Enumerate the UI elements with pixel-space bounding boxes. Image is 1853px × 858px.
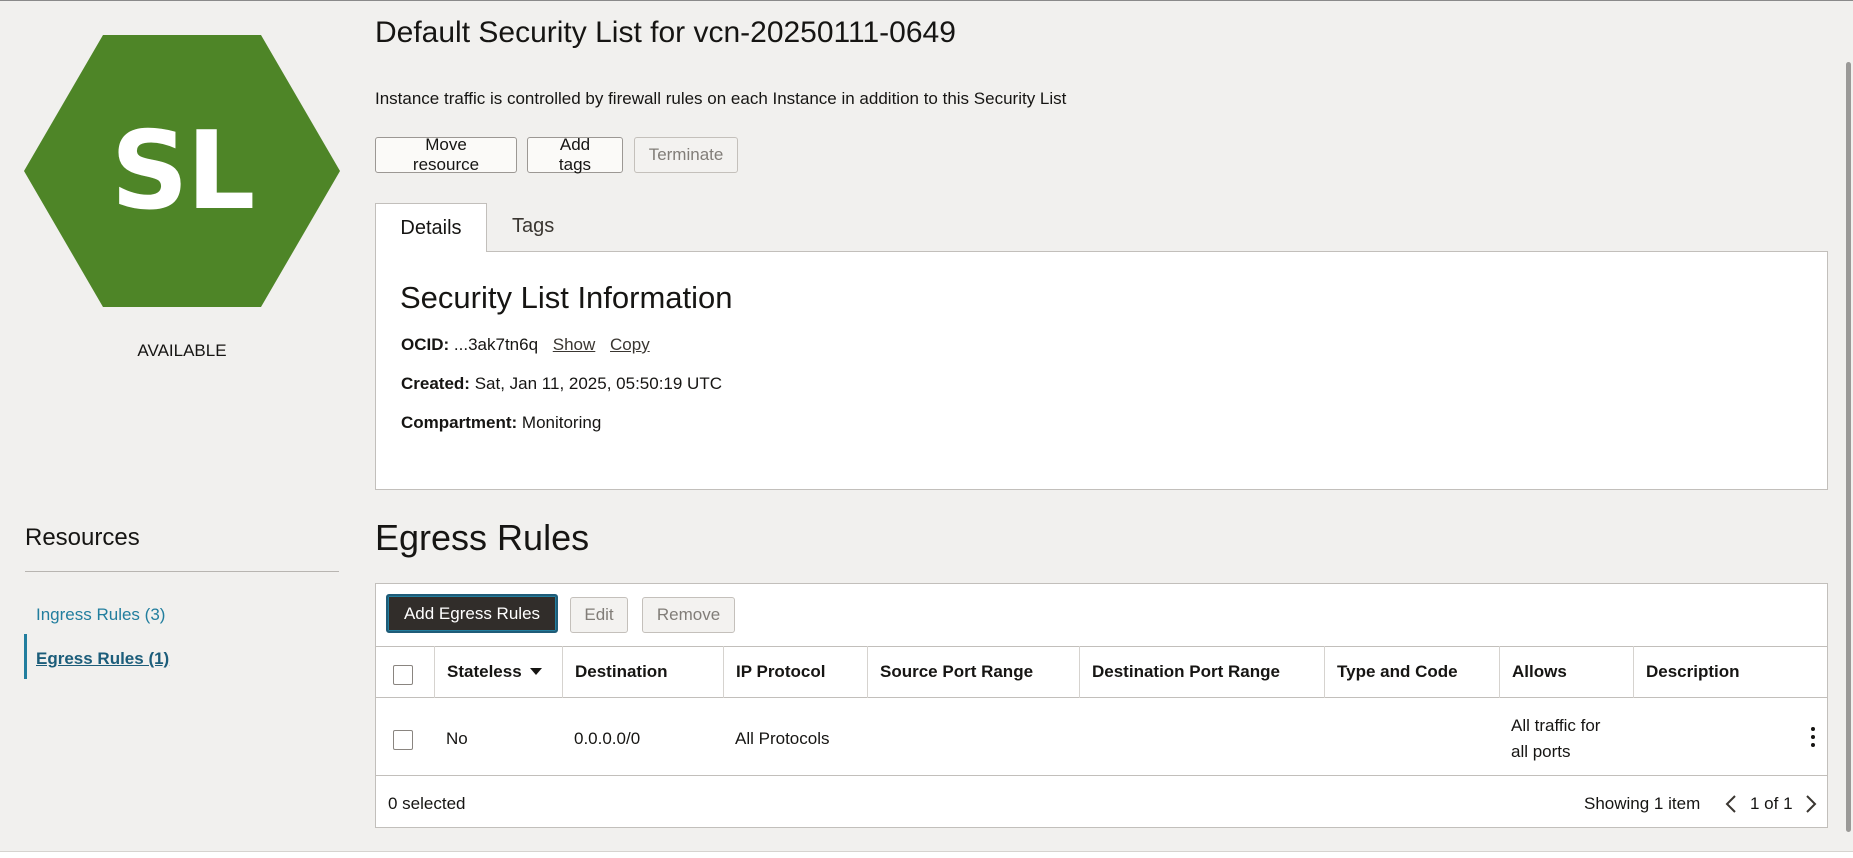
tab-tags[interactable]: Tags [512,215,554,238]
edit-rule-button[interactable]: Edit [570,597,628,633]
move-resource-button[interactable]: Move resource [375,135,517,174]
cell-allows-line-1: All traffic for [1511,716,1601,735]
table-footer-divider [375,775,1828,776]
ocid-label: OCID: [401,335,450,354]
column-header-destination: Destination [562,646,723,698]
previous-page-icon[interactable] [1724,794,1738,814]
add-egress-rules-button[interactable]: Add Egress Rules [386,594,558,633]
lifecycle-status: AVAILABLE [137,341,227,360]
row-actions-menu-icon[interactable] [1811,727,1815,747]
column-header-ip-protocol: IP Protocol [723,646,867,698]
add-tags-button[interactable]: Add tags [527,135,623,174]
sort-descending-icon [529,668,542,675]
column-header-type-and-code: Type and Code [1324,646,1499,698]
row-select-checkbox[interactable] [393,730,413,750]
window-top-border [0,0,1853,1]
window-bottom-edge [0,851,1853,858]
compartment-value: Monitoring [521,413,602,432]
tab-details[interactable]: Details [375,203,487,252]
page-title: Default Security List for vcn-20250111-0… [375,16,956,49]
page-scrollbar[interactable] [1841,0,1853,858]
column-header-stateless[interactable]: Stateless [434,646,562,698]
cell-stateless: No [446,729,468,748]
ocid-copy-link[interactable]: Copy [610,335,650,354]
cell-ip-protocol: All Protocols [735,729,830,748]
remove-rule-button[interactable]: Remove [642,597,735,633]
cell-destination: 0.0.0.0/0 [574,729,641,748]
pagination-summary: Showing 1 item [1584,794,1701,813]
resources-heading: Resources [25,524,140,551]
ocid-show-link[interactable]: Show [553,335,596,354]
scrollbar-thumb[interactable] [1846,62,1851,832]
select-all-checkbox[interactable] [393,665,413,685]
next-page-icon[interactable] [1804,794,1818,814]
cell-allows-line-2: all ports [1511,742,1571,761]
resource-link-egress-rules[interactable]: Egress Rules (1) [36,649,169,669]
page-indicator: 1 of 1 [1750,794,1793,813]
resource-link-ingress-rules[interactable]: Ingress Rules (3) [36,605,165,625]
created-value: Sat, Jan 11, 2025, 05:50:19 UTC [474,374,722,393]
egress-rules-heading: Egress Rules [375,517,590,558]
compartment-row: Compartment: Monitoring [401,413,601,433]
column-header-source-port-range: Source Port Range [867,646,1079,698]
created-row: Created: Sat, Jan 11, 2025, 05:50:19 UTC [401,374,722,394]
created-label: Created: [401,374,470,393]
column-header-allows: Allows [1499,646,1633,698]
ocid-value: ...3ak7tn6q [453,335,539,354]
active-resource-indicator [24,634,27,679]
details-heading: Security List Information [400,280,733,315]
hexagon-letters: SL [110,108,256,234]
terminate-button[interactable]: Terminate [634,137,738,173]
resources-divider [25,571,339,572]
ocid-row: OCID: ...3ak7tn6q Show Copy [401,335,650,355]
column-header-destination-port-range: Destination Port Range [1079,646,1324,698]
column-header-description: Description [1633,646,1828,698]
compartment-label: Compartment: [401,413,518,432]
selected-count: 0 selected [388,794,466,813]
page-subtitle: Instance traffic is controlled by firewa… [375,89,1067,108]
column-header-stateless-label: Stateless [447,662,522,681]
